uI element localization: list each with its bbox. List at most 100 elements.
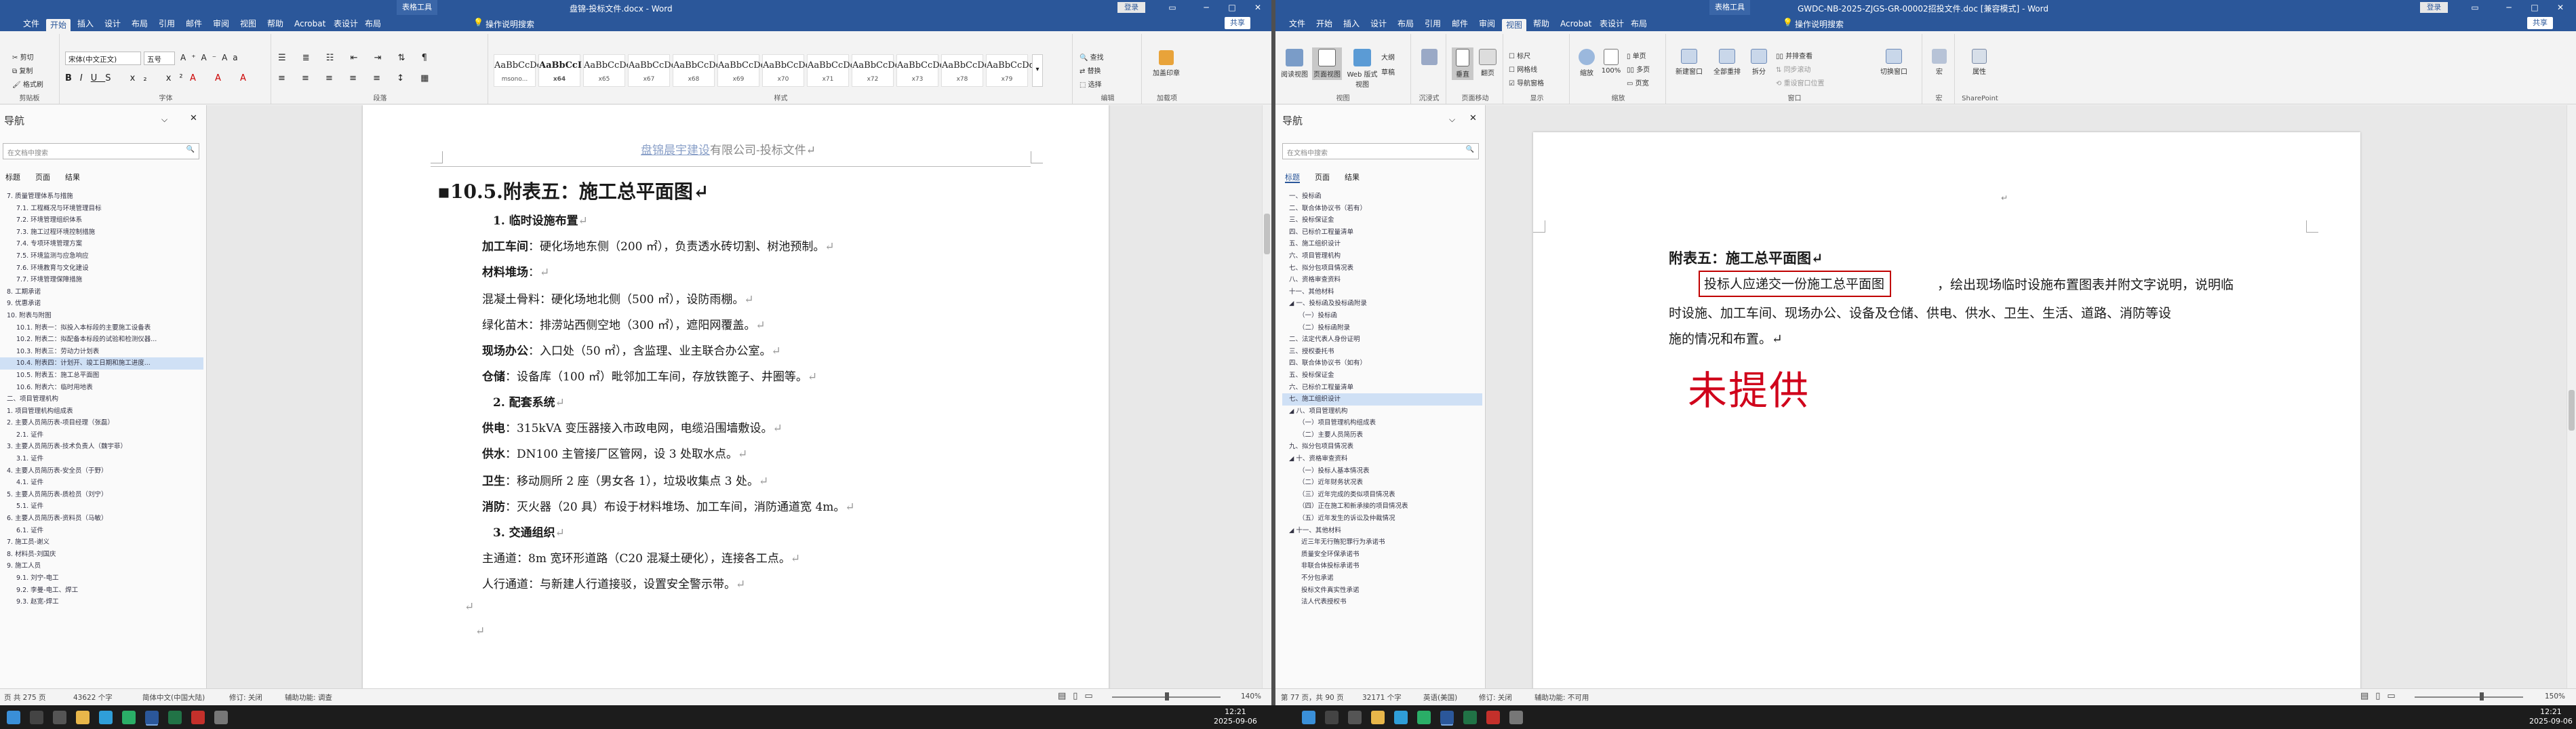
explorer-icon[interactable]: [76, 711, 90, 724]
align-icons[interactable]: ≡ ≡ ≡ ≡ ≡ ↕ ▦: [278, 73, 435, 83]
word-icon[interactable]: [145, 711, 159, 724]
split-button[interactable]: 拆分: [1747, 49, 1770, 76]
style-item[interactable]: AaBbCcDd x71: [807, 54, 856, 87]
draft-button[interactable]: 草稿: [1381, 66, 1395, 77]
copy-button[interactable]: ⧉ 复制: [12, 65, 33, 75]
nav-options-icon[interactable]: ⌵: [1449, 115, 1455, 125]
nav-item[interactable]: 9.3. 赵宽-焊工: [0, 596, 203, 608]
font-name-select[interactable]: 宋体(中文正文): [65, 52, 141, 65]
nav-item[interactable]: 七、施工组织设计: [1282, 393, 1482, 406]
nav-item[interactable]: 7. 施工员-谢义: [0, 536, 203, 549]
status-words[interactable]: 43622 个字: [73, 692, 113, 703]
format-painter-button[interactable]: 🖌 格式刷: [12, 79, 43, 89]
maximize-button[interactable]: □: [2529, 1, 2541, 14]
nav-item[interactable]: 9.2. 李曼-电工、焊工: [0, 585, 203, 597]
nav-close-icon[interactable]: ✕: [1469, 113, 1477, 123]
multi-page-button[interactable]: ▯▯ 多页: [1627, 64, 1650, 74]
style-item[interactable]: AaBbCcDc msono...: [494, 54, 542, 87]
properties-button[interactable]: 属性: [1967, 49, 1992, 76]
header-company-link[interactable]: 盘锦晨宇建设: [641, 144, 710, 157]
menu-tab[interactable]: 设计: [100, 18, 125, 31]
nav-item[interactable]: 3. 主要人员简历表-技术负责人（魏宇菲）: [0, 441, 203, 453]
wechat-icon[interactable]: [1417, 711, 1431, 724]
nav-item[interactable]: 5.1. 证件: [0, 500, 203, 513]
view-mode-icons[interactable]: ▤▯▭: [2360, 691, 2402, 701]
nav-item[interactable]: （三）近年完成的类似项目情况表: [1282, 489, 1482, 501]
page-width-button[interactable]: ▭ 页宽: [1627, 77, 1649, 87]
menu-tab[interactable]: 布局: [1627, 18, 1651, 31]
zoom-slider[interactable]: [2415, 696, 2523, 698]
nav-item[interactable]: 十一、其他材料: [1282, 286, 1482, 298]
vertical-scrollbar[interactable]: [2567, 105, 2576, 688]
nav-item[interactable]: 4.1. 证件: [0, 477, 203, 489]
nav-item[interactable]: （一）投标函: [1282, 310, 1482, 322]
nav-tab-headings[interactable]: 标题: [5, 173, 20, 182]
nav-item[interactable]: （四）正在施工和新承接的项目情况表: [1282, 500, 1482, 513]
nav-item[interactable]: 10.3. 附表三：劳动力计划表: [0, 346, 203, 358]
share-button[interactable]: 共享: [2527, 17, 2553, 29]
style-item[interactable]: AaBbCcDd x67: [628, 54, 677, 87]
nav-item[interactable]: ◢ 十一、其他材料: [1282, 525, 1482, 537]
arrange-all-button[interactable]: 全部重排: [1709, 49, 1745, 76]
nav-item[interactable]: 8. 材料员-刘国庆: [0, 549, 203, 561]
nav-item[interactable]: 6.1. 证件: [0, 525, 203, 537]
nav-item[interactable]: 7.3. 施工过程环境控制措施: [0, 226, 203, 239]
menu-tab[interactable]: 文件: [1285, 18, 1309, 31]
zoom-button[interactable]: 缩放: [1575, 49, 1598, 77]
nav-item[interactable]: 10.5. 附表五：施工总平面图: [0, 370, 203, 382]
nav-item[interactable]: 3.1. 证件: [0, 453, 203, 465]
status-words[interactable]: 32171 个字: [1362, 692, 1402, 703]
view-mode-icons[interactable]: ▤▯▭: [1058, 691, 1100, 701]
vertical-button[interactable]: 垂直: [1452, 47, 1473, 80]
nav-item[interactable]: 不分包承诺: [1282, 572, 1482, 585]
nav-item[interactable]: 7.6. 环境教育与文化建设: [0, 262, 203, 275]
menu-tab[interactable]: 设计: [1366, 18, 1391, 31]
zoom-level[interactable]: 150%: [2545, 692, 2565, 701]
font-color-icons[interactable]: A A A: [190, 73, 254, 83]
select-button[interactable]: ⬚ 选择: [1079, 79, 1102, 89]
menu-tab[interactable]: 布局: [127, 18, 152, 31]
zoom-slider-thumb[interactable]: [2480, 692, 2484, 701]
style-item[interactable]: AaBbCcDd x70: [762, 54, 811, 87]
zoom-100-button[interactable]: 100%: [1600, 49, 1623, 75]
menu-tab[interactable]: 审阅: [209, 18, 233, 31]
status-language[interactable]: 简体中文(中国大陆): [142, 692, 205, 703]
zoom-slider-thumb[interactable]: [1165, 692, 1169, 701]
nav-item[interactable]: 投标文件真实性承诺: [1282, 585, 1482, 597]
menu-tab[interactable]: 引用: [155, 18, 179, 31]
excel-icon[interactable]: [168, 711, 182, 724]
font-format-icons[interactable]: BIUS x₂ x²: [65, 73, 191, 83]
nav-item[interactable]: 八、资格审查资料: [1282, 274, 1482, 286]
menu-tab[interactable]: 开始: [1312, 18, 1336, 31]
tell-me-search[interactable]: 操作说明搜索: [1795, 18, 1844, 30]
menu-tab[interactable]: 布局: [361, 18, 385, 31]
taskbar-clock-right[interactable]: 12:21 2025-09-06: [2529, 707, 2573, 726]
menu-tab[interactable]: 开始: [46, 19, 71, 33]
one-page-button[interactable]: ▯ 单页: [1627, 50, 1646, 60]
menu-tab[interactable]: 邮件: [1448, 18, 1472, 31]
login-button[interactable]: 登录: [1117, 2, 1145, 13]
nav-item[interactable]: 二、项目管理机构: [0, 393, 203, 406]
nav-item[interactable]: 10. 附表与附图: [0, 310, 203, 322]
nav-item[interactable]: 六、已标价工程量清单: [1282, 382, 1482, 394]
ruler-checkbox[interactable]: ☐ 标尺: [1509, 50, 1530, 60]
cut-button[interactable]: ✂ 剪切: [12, 52, 34, 62]
stamp-button[interactable]: 加盖印章: [1151, 50, 1181, 77]
macros-button[interactable]: 宏: [1928, 49, 1951, 76]
taskbar-clock-left[interactable]: 12:21 2025-09-06: [1214, 707, 1257, 726]
nav-item[interactable]: （一）项目管理机构组成表: [1282, 417, 1482, 429]
share-button[interactable]: 共享: [1225, 17, 1250, 29]
status-page[interactable]: 页 共 275 页: [4, 692, 46, 703]
nav-tab-pages[interactable]: 页面: [1315, 173, 1330, 182]
side-to-side-button[interactable]: 翻页: [1476, 49, 1499, 77]
menu-tab[interactable]: 视图: [1502, 19, 1527, 33]
status-track[interactable]: 修订: 关闭: [1479, 692, 1512, 703]
ribbon-display-icon[interactable]: ▭: [1166, 1, 1178, 14]
zoom-level[interactable]: 140%: [1241, 692, 1261, 701]
style-item[interactable]: AaBbCcDd x68: [673, 54, 721, 87]
menu-tab[interactable]: 插入: [73, 18, 98, 31]
menu-tab[interactable]: Acrobat: [290, 18, 330, 31]
nav-item[interactable]: （五）近年发生的诉讼及仲裁情况: [1282, 513, 1482, 525]
status-language[interactable]: 英语(美国): [1423, 692, 1457, 703]
nav-item[interactable]: （二）投标函附录: [1282, 322, 1482, 334]
